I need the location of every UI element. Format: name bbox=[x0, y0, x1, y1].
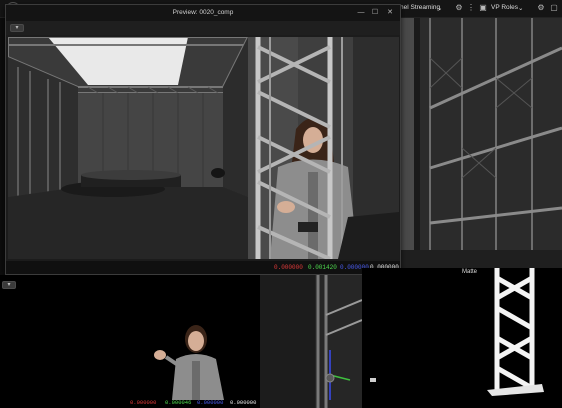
source-view-options-button[interactable]: ▾ bbox=[2, 281, 16, 289]
matte-viewport[interactable]: Matte bbox=[362, 268, 562, 408]
source-alpha-value: 0.000000 bbox=[230, 399, 257, 406]
chevron-down-icon: ▾ bbox=[7, 282, 11, 288]
vp-roles-menu[interactable]: VP Roles bbox=[491, 4, 518, 11]
source-blue-value: 0.000000 bbox=[197, 399, 224, 406]
close-icon[interactable]: ✕ bbox=[385, 8, 395, 18]
window-menu-icon[interactable]: ▢ bbox=[549, 3, 559, 13]
preview-toolbar: ▾ bbox=[6, 21, 400, 35]
keyed-talent-image bbox=[154, 325, 224, 400]
matte-truss-image bbox=[370, 268, 544, 396]
streaming-chevron-icon[interactable]: ⌄ bbox=[437, 4, 442, 12]
preview-titlebar[interactable]: Preview: 0020_comp — ☐ ✕ bbox=[6, 5, 400, 21]
pixel-green-value: 0.001420 bbox=[308, 264, 337, 271]
maximize-icon[interactable]: ☐ bbox=[370, 8, 380, 18]
preview-title: Preview: 0020_comp bbox=[172, 9, 234, 16]
vp-roles-chevron-icon[interactable]: ⌄ bbox=[518, 4, 523, 12]
gizmo-viewport[interactable] bbox=[260, 275, 362, 408]
chevron-down-icon: ▾ bbox=[15, 25, 19, 31]
preview-window[interactable]: Preview: 0020_comp — ☐ ✕ ▾ 0.000000 0.00… bbox=[5, 4, 401, 275]
settings-icon[interactable]: ⚙ bbox=[536, 3, 546, 13]
source-red-value: 0.000000 bbox=[130, 399, 157, 406]
main-level-viewport[interactable] bbox=[400, 18, 562, 268]
preview-viewport[interactable] bbox=[8, 37, 399, 259]
truss-gizmo-image bbox=[260, 275, 362, 408]
pixel-streaming-menu[interactable]: nel Streaming bbox=[400, 4, 440, 11]
vp-roles-icon: ▣ bbox=[479, 3, 487, 12]
stage-truss-illustration bbox=[400, 18, 562, 268]
matte-title: Matte bbox=[462, 269, 478, 275]
minimize-icon[interactable]: — bbox=[356, 8, 366, 18]
view-options-button[interactable]: ▾ bbox=[10, 24, 24, 32]
more-options-icon[interactable]: ⋮ bbox=[466, 3, 476, 13]
composite-preview-image bbox=[8, 37, 399, 259]
keyed-source-viewport[interactable]: ▾ 0.000000 0.000046 0.000000 0.000000 bbox=[0, 275, 260, 408]
pixel-red-value: 0.000000 bbox=[274, 264, 303, 271]
editor-root: U nel Streaming ⌄ ⚙ ⋮ ▣ VP Roles ⌄ ⚙ ▢ bbox=[0, 0, 562, 408]
settings-sliders-icon[interactable]: ⚙ bbox=[454, 3, 464, 13]
source-green-value: 0.000046 bbox=[165, 399, 192, 406]
pixel-inspector-bar: 0.000000 0.001420 0.000000 0.000000 bbox=[6, 261, 400, 274]
